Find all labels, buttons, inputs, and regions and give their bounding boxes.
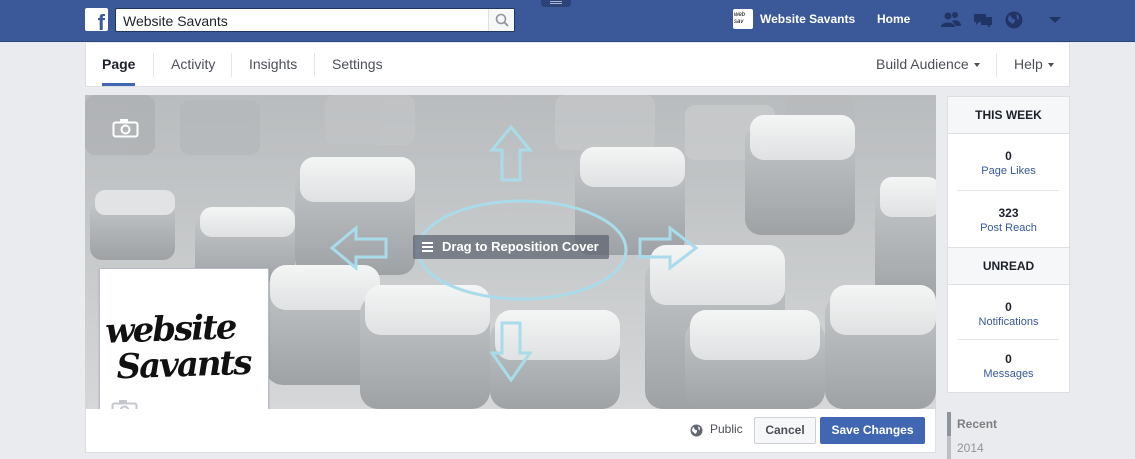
messages-stat[interactable]: 0 Messages xyxy=(948,351,1069,381)
globe-icon xyxy=(690,424,703,437)
tab-divider xyxy=(153,53,154,77)
search-input[interactable]: Website Savants xyxy=(115,8,515,32)
notifications-label[interactable]: Notifications xyxy=(948,315,1069,329)
privacy-label[interactable]: Public xyxy=(710,422,743,436)
search-button[interactable] xyxy=(488,9,514,31)
notifications-value: 0 xyxy=(1005,300,1012,314)
tab-insights[interactable]: Insights xyxy=(249,43,297,86)
search-icon xyxy=(495,13,509,27)
drag-handle-notch[interactable] xyxy=(541,0,571,7)
tab-activity[interactable]: Activity xyxy=(171,43,215,86)
drag-handle-icon xyxy=(422,242,433,244)
post-reach-value: 323 xyxy=(998,206,1019,220)
tab-page[interactable]: Page xyxy=(102,43,136,86)
divider xyxy=(958,190,1059,191)
search-input-value[interactable]: Website Savants xyxy=(123,13,228,29)
cancel-button[interactable]: Cancel xyxy=(754,417,816,444)
tab-settings[interactable]: Settings xyxy=(332,43,383,86)
page-stats-panel: THIS WEEK 0 Page Likes 323 Post Reach UN… xyxy=(947,96,1070,393)
page-likes-value: 0 xyxy=(1005,149,1012,163)
notifications-stat[interactable]: 0 Notifications xyxy=(948,299,1069,329)
help-menu[interactable]: Help xyxy=(1014,43,1054,86)
messages-icon[interactable] xyxy=(972,10,994,30)
save-changes-button[interactable]: Save Changes xyxy=(820,417,925,444)
tab-divider xyxy=(996,53,997,77)
build-audience-menu[interactable]: Build Audience xyxy=(876,43,980,86)
post-reach-stat[interactable]: 323 Post Reach xyxy=(948,205,1069,235)
caret-down-icon xyxy=(1047,63,1054,68)
caret-down-icon xyxy=(973,63,980,68)
tab-divider xyxy=(231,53,232,77)
timeline-year-link[interactable]: 2014 xyxy=(957,441,984,455)
messages-label[interactable]: Messages xyxy=(948,367,1069,381)
timeline-scrubber: Recent 2014 xyxy=(947,412,1070,459)
account-menu-caret-icon[interactable] xyxy=(1049,17,1061,23)
camera-icon[interactable] xyxy=(112,118,139,138)
messages-value: 0 xyxy=(1005,352,1012,366)
post-reach-label[interactable]: Post Reach xyxy=(948,221,1069,235)
facebook-logo[interactable]: f xyxy=(85,8,108,34)
home-link[interactable]: Home xyxy=(877,12,910,26)
page-navigation: Page Activity Insights Settings Build Au… xyxy=(85,43,1070,87)
divider xyxy=(948,133,1069,134)
website-savants-logo: website Savants xyxy=(104,307,252,388)
unread-heading: UNREAD xyxy=(948,248,1069,284)
page-likes-label[interactable]: Page Likes xyxy=(948,164,1069,178)
this-week-heading: THIS WEEK xyxy=(948,97,1069,133)
friend-requests-icon[interactable] xyxy=(940,10,962,30)
divider xyxy=(958,339,1059,340)
cover-action-bar: Public Cancel Save Changes xyxy=(85,409,936,453)
top-navigation-bar: f Website Savants web sav Website Savants… xyxy=(0,0,1135,42)
notifications-globe-icon[interactable] xyxy=(1003,10,1025,30)
profile-name-link[interactable]: Website Savants xyxy=(760,12,855,26)
divider xyxy=(948,284,1069,285)
build-audience-label: Build Audience xyxy=(876,56,969,72)
avatar[interactable]: web sav xyxy=(733,9,753,29)
page-likes-stat[interactable]: 0 Page Likes xyxy=(948,148,1069,178)
help-label: Help xyxy=(1014,56,1043,72)
tab-divider xyxy=(314,53,315,77)
timeline-active-marker xyxy=(947,412,951,436)
drag-label-text: Drag to Reposition Cover xyxy=(442,239,599,254)
drag-to-reposition-label[interactable]: Drag to Reposition Cover xyxy=(413,235,609,259)
timeline-recent-link[interactable]: Recent xyxy=(957,417,997,431)
